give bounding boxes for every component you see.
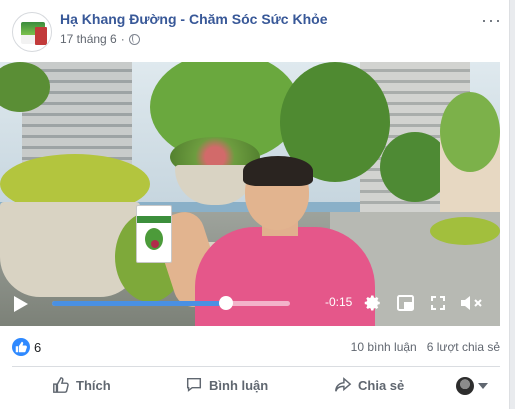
share-button[interactable]: Chia sẻ [334,376,404,394]
video-player[interactable] [0,62,500,326]
video-progress-handle[interactable] [218,296,233,310]
comment-icon [186,377,202,392]
like-label: Thích [76,377,111,393]
chevron-down-icon [478,383,488,389]
video-time-remaining: -0:15 [325,295,353,309]
video-person-hair [243,156,313,186]
post-meta: 17 tháng 6 · [60,32,140,46]
pip-icon[interactable] [397,295,414,311]
mute-icon[interactable] [460,294,484,312]
post-date[interactable]: 17 tháng 6 [60,32,117,46]
like-button[interactable]: Thích [52,376,111,394]
divider [12,366,500,367]
post-header: Hạ Khang Đường - Chăm Sóc Sức Khỏe 17 th… [12,8,502,52]
like-icon [53,377,69,393]
post-card: Hạ Khang Đường - Chăm Sóc Sức Khỏe 17 th… [0,0,510,409]
video-hedge [430,217,500,245]
play-icon[interactable] [14,296,28,312]
meta-separator: · [120,32,125,46]
video-person-shirt [195,227,375,326]
user-avatar [456,377,474,395]
video-vines [440,92,500,172]
video-product-box [136,205,172,263]
comment-count[interactable]: 10 bình luận [351,340,417,354]
page-name-link[interactable]: Hạ Khang Đường - Chăm Sóc Sức Khỏe [60,11,327,27]
post-stats: 6 10 bình luận 6 lượt chia sẻ [12,336,500,358]
fullscreen-icon[interactable] [430,295,446,311]
share-count[interactable]: 6 lượt chia sẻ [427,340,500,354]
comment-label: Bình luận [209,377,269,393]
globe-icon[interactable] [128,33,140,45]
settings-icon[interactable] [364,294,382,312]
like-count[interactable]: 6 [34,340,41,355]
video-progress-track[interactable] [52,296,290,310]
share-as-selector[interactable] [456,377,488,395]
like-reaction-icon[interactable] [12,338,30,356]
more-icon[interactable]: ··· [481,10,502,31]
share-label: Chia sẻ [358,377,405,393]
post-actions: Thích Bình luận Chia sẻ [12,372,500,402]
page-avatar[interactable] [12,12,52,52]
share-icon [335,377,352,392]
comment-button[interactable]: Bình luận [185,376,268,394]
comment-share-counts: 10 bình luận 6 lượt chia sẻ [351,340,500,354]
video-progress-fill [52,301,226,306]
